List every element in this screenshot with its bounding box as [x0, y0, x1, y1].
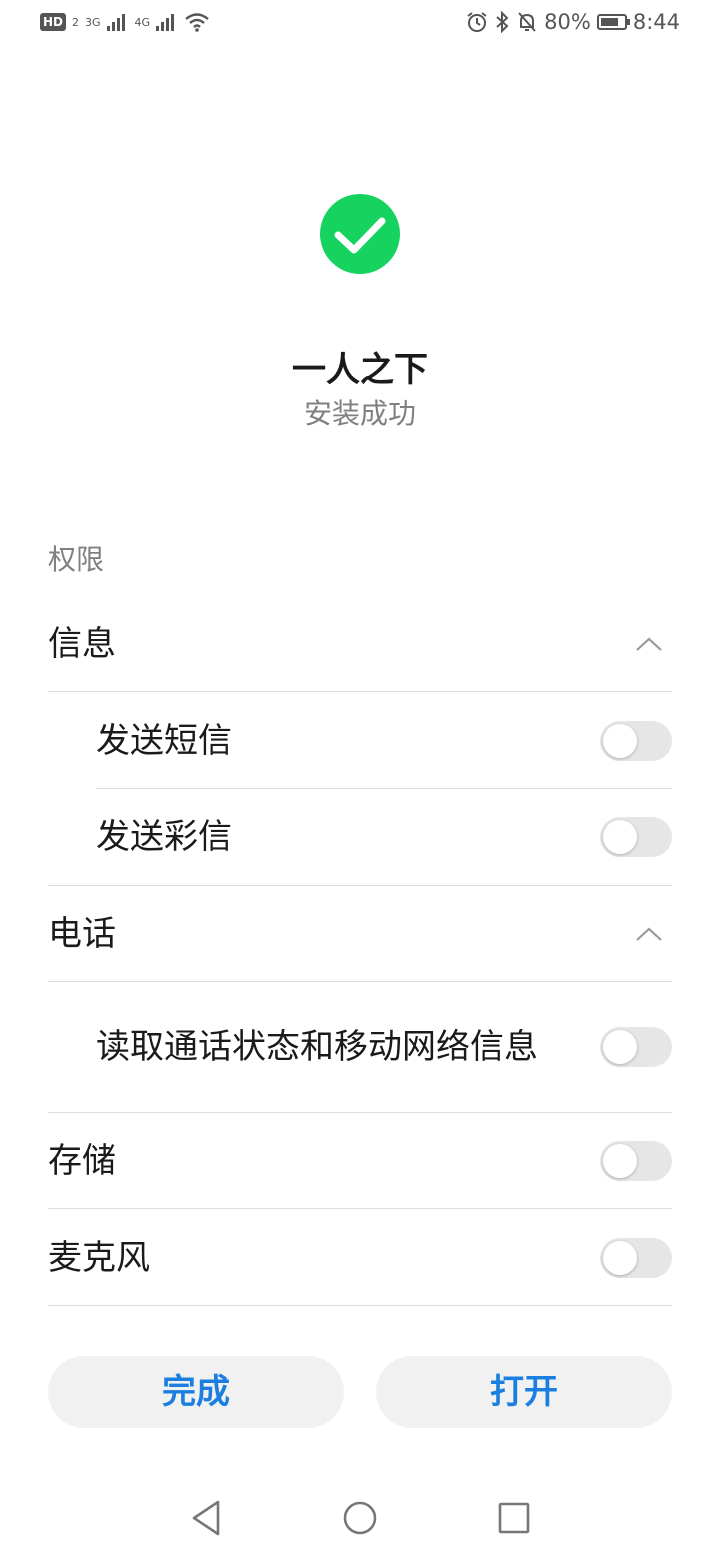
permission-item-send-sms[interactable]: 发送短信 — [96, 692, 672, 789]
permission-microphone[interactable]: 麦克风 — [48, 1209, 672, 1306]
mute-icon — [518, 12, 536, 32]
microphone-toggle[interactable] — [600, 1237, 672, 1278]
hd-sub: 2 — [72, 15, 80, 29]
chevron-up-icon[interactable] — [634, 635, 664, 653]
back-icon[interactable] — [188, 1498, 224, 1538]
status-right: 80% 8:44 — [466, 10, 680, 34]
home-icon[interactable] — [342, 1498, 378, 1538]
storage-toggle[interactable] — [600, 1141, 672, 1181]
permission-item-send-mms[interactable]: 发送彩信 — [96, 789, 672, 885]
permission-label: 麦克风 — [48, 1237, 150, 1278]
permission-storage[interactable]: 存储 — [48, 1112, 672, 1209]
permission-item-read-phone-state[interactable]: 读取通话状态和移动网络信息 — [96, 982, 672, 1112]
send-sms-toggle[interactable] — [600, 720, 672, 761]
app-name: 一人之下 — [292, 350, 428, 390]
permission-group-phone[interactable]: 电话 — [48, 885, 672, 982]
signal-icon — [156, 14, 175, 31]
navigation-bar — [0, 1480, 720, 1560]
permission-group-label: 电话 — [48, 914, 116, 954]
bluetooth-icon — [496, 11, 509, 33]
signal-icon — [106, 14, 125, 31]
wifi-icon — [185, 13, 209, 32]
permissions-header: 权限 — [48, 543, 105, 576]
permission-label: 存储 — [48, 1141, 116, 1181]
permission-group-messages[interactable]: 信息 — [48, 596, 672, 692]
permission-item-label: 读取通话状态和移动网络信息 — [96, 1027, 538, 1067]
status-left: HD 2 3G 4G — [40, 12, 210, 32]
clock-time: 8:44 — [632, 10, 680, 34]
battery-icon — [596, 14, 630, 30]
read-phone-state-toggle[interactable] — [600, 1027, 672, 1067]
install-status: 安装成功 — [303, 397, 416, 430]
chevron-up-icon[interactable] — [634, 925, 664, 943]
signal-3g-label: 3G — [85, 15, 101, 29]
status-bar: HD 2 3G 4G 80% 8:44 — [0, 0, 720, 50]
open-button[interactable]: 打开 — [376, 1356, 672, 1428]
permission-item-label: 发送彩信 — [96, 817, 232, 857]
recents-icon[interactable] — [496, 1498, 532, 1538]
success-check-icon — [320, 194, 400, 274]
battery-percentage: 80% — [544, 10, 591, 34]
permission-item-label: 发送短信 — [96, 720, 232, 761]
hd-badge: HD — [40, 13, 67, 31]
signal-4g-label: 4G — [134, 15, 151, 29]
send-mms-toggle[interactable] — [600, 817, 672, 857]
permission-group-label: 信息 — [48, 624, 116, 664]
alarm-icon — [467, 12, 487, 32]
done-button[interactable]: 完成 — [48, 1356, 344, 1428]
